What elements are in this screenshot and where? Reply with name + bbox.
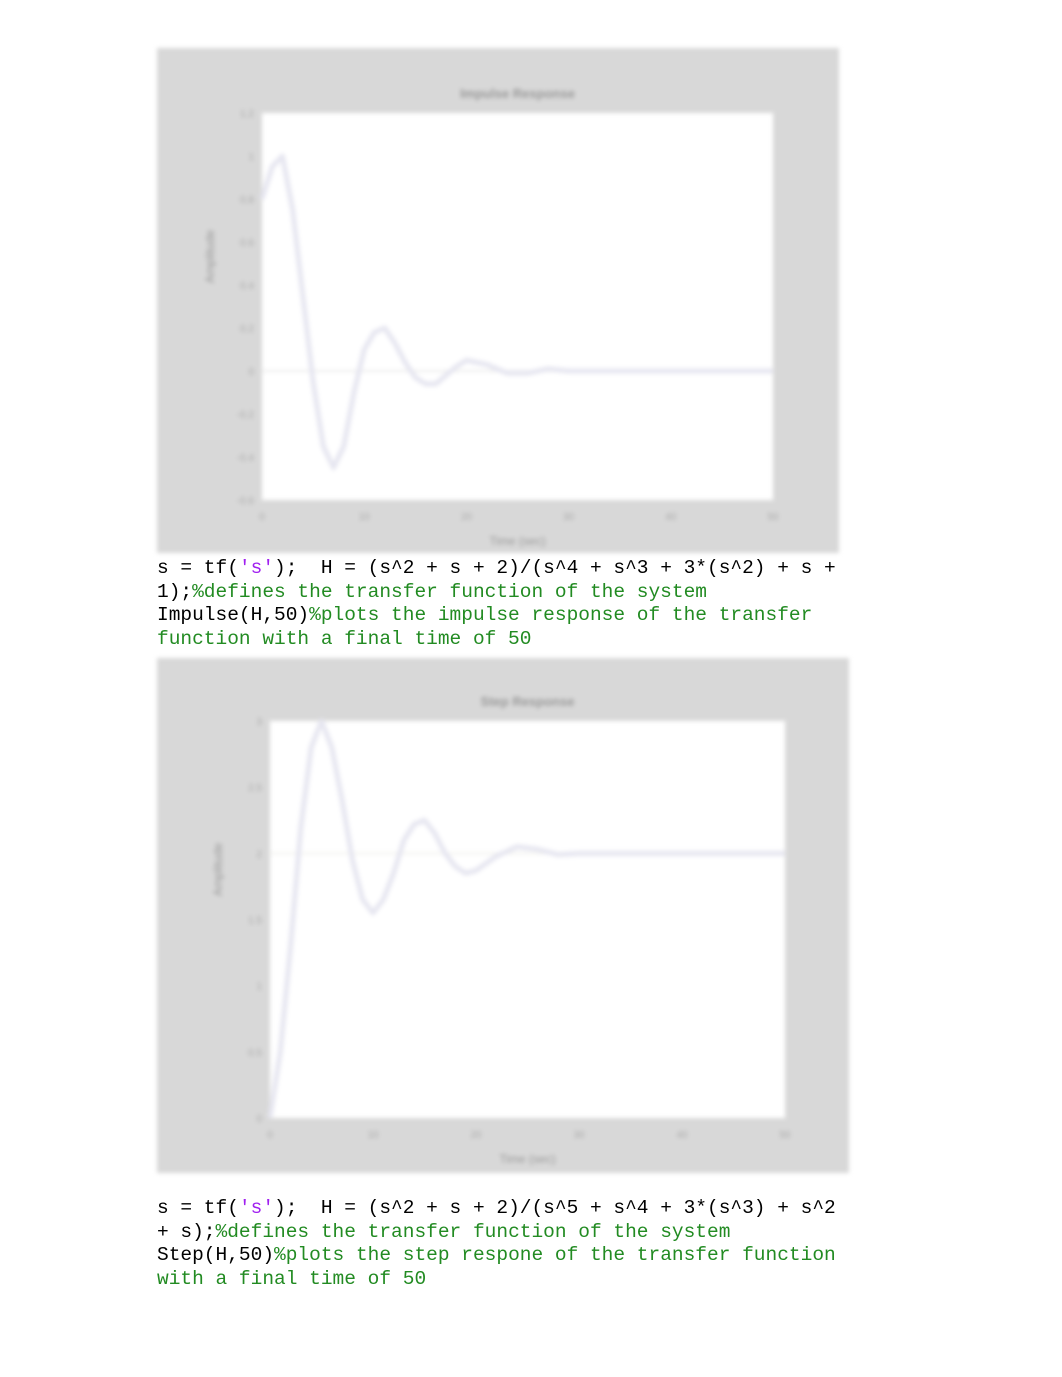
code-text: + s); [157, 1220, 216, 1243]
code-text: ); H = (s^2 + s + 2)/(s^5 + s^4 + 3*(s^3… [274, 1197, 836, 1219]
x-tick-label: 20 [470, 1130, 482, 1141]
code-block-impulse: s = tf('s'); H = (s^2 + s + 2)/(s^4 + s^… [157, 557, 836, 651]
impulse-response-chart: 0 10 20 30 40 50 -0.6 -0.4 -0.2 0 0.2 0.4 0.6 0.8 1 1.2… [203, 86, 779, 548]
y-axis-label: Amplitude [211, 843, 225, 897]
y-tick-label: 1.5 [248, 916, 262, 927]
code-string: 's' [238, 557, 275, 579]
y-tick-label: -0.2 [237, 410, 255, 421]
y-tick-label: 2.5 [248, 783, 262, 794]
y-tick-label: -0.4 [237, 453, 255, 464]
x-axis-label: Time (sec) [489, 534, 545, 548]
code-comment: with a final time of 50 [157, 1267, 427, 1290]
x-tick-label: 10 [359, 512, 371, 523]
code-string: 's' [238, 1197, 275, 1219]
y-tick-label: 0.5 [248, 1048, 262, 1059]
x-tick-label: 50 [779, 1130, 791, 1141]
chart-title: Impulse Response [460, 86, 575, 101]
x-tick-label: 50 [767, 512, 779, 523]
x-tick-label: 30 [573, 1130, 585, 1141]
x-tick-label: 30 [563, 512, 575, 523]
y-tick-label: -0.6 [237, 496, 255, 507]
y-tick-label: 0 [256, 1114, 262, 1125]
code-comment: %plots the step respone of the transfer … [274, 1244, 836, 1266]
y-tick-label: 1.2 [240, 109, 254, 120]
x-tick-label: 20 [461, 512, 473, 523]
code-text: ); H = (s^2 + s + 2)/(s^4 + s^3 + 3*(s^2… [274, 557, 836, 579]
step-response-chart: 0 10 20 30 40 50 0 0.5 1 1.5 2 2.5 3 Step Response Tim… [211, 694, 791, 1166]
code-comment: %plots the impulse response of the trans… [309, 604, 813, 626]
chart-title: Step Response [481, 694, 575, 709]
code-block-step: s = tf('s'); H = (s^2 + s + 2)/(s^5 + s^… [157, 1197, 836, 1291]
code-text: 1); [157, 580, 193, 603]
x-tick-label: 40 [665, 512, 677, 523]
y-tick-label: 0.8 [240, 195, 254, 206]
x-axis-label: Time (sec) [499, 1152, 555, 1166]
y-tick-label: 0.2 [240, 324, 254, 335]
y-tick-label: 1 [248, 152, 254, 163]
plot-area [269, 720, 786, 1119]
y-tick-label: 0.6 [240, 238, 254, 249]
y-tick-label: 0 [248, 367, 254, 378]
y-tick-label: 2 [256, 849, 262, 860]
code-text: s = tf( [157, 1197, 239, 1219]
y-tick-label: 3 [256, 717, 262, 728]
code-comment: %defines the transfer function of the sy… [215, 1220, 731, 1243]
code-text: Impulse(H,50) [157, 604, 310, 626]
plot-area [261, 112, 774, 501]
x-tick-label: 0 [267, 1130, 273, 1141]
x-tick-label: 40 [676, 1130, 688, 1141]
code-text: Step(H,50) [157, 1244, 275, 1266]
y-tick-label: 0.4 [240, 281, 254, 292]
y-axis-label: Amplitude [203, 230, 217, 284]
impulse-response-figure: 0 10 20 30 40 50 -0.6 -0.4 -0.2 0 0.2 0.4 0.6 0.8 1 1.2… [157, 48, 839, 553]
step-response-figure: 0 10 20 30 40 50 0 0.5 1 1.5 2 2.5 3 Step Response Tim… [157, 658, 849, 1173]
x-tick-label: 10 [367, 1130, 379, 1141]
code-text: s = tf( [157, 557, 239, 579]
code-comment: %defines the transfer function of the sy… [192, 580, 707, 603]
x-tick-label: 0 [259, 512, 265, 523]
y-tick-label: 1 [256, 982, 262, 993]
code-comment: function with a final time of 50 [157, 627, 532, 650]
